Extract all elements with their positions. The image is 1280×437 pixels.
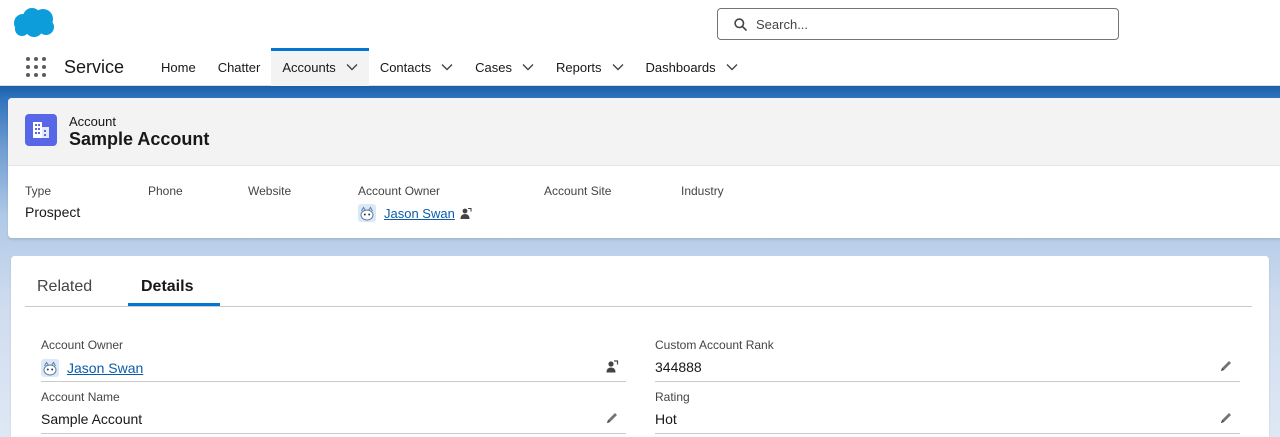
salesforce-cloud-logo[interactable]: [12, 6, 56, 38]
field-value: 344888: [655, 359, 702, 375]
chevron-down-icon[interactable]: [522, 63, 534, 71]
nav-item-cases[interactable]: Cases: [464, 48, 545, 86]
owner-link[interactable]: Jason Swan: [67, 360, 143, 376]
search-icon: [734, 18, 747, 31]
tab-details[interactable]: Details: [141, 278, 193, 296]
field-value: Sample Account: [41, 411, 143, 427]
nav-item-accounts[interactable]: Accounts: [271, 48, 369, 86]
change-owner-icon[interactable]: [604, 358, 620, 374]
user-avatar-icon: [41, 359, 59, 377]
record-tabs: Related Details: [25, 256, 1252, 307]
nav-items: Home Chatter Accounts Contacts Cases Rep…: [150, 48, 749, 86]
object-type-label: Account: [69, 114, 116, 129]
field-value: Jason Swan: [41, 359, 143, 377]
nav-item-label: Cases: [475, 59, 512, 75]
global-search-box[interactable]: [717, 8, 1119, 40]
account-icon: [25, 114, 57, 146]
record-header: Account Sample Account: [8, 98, 1280, 166]
navigation-bar: Service Home Chatter Accounts Contacts C…: [0, 48, 1280, 86]
highlight-account-owner: Account Owner Jason Swan: [358, 184, 472, 222]
record-details-card: Related Details Account Owner Jason Swan…: [11, 256, 1269, 437]
nav-item-label: Accounts: [282, 59, 336, 75]
app-name: Service: [64, 57, 125, 77]
nav-item-label: Contacts: [379, 59, 432, 75]
chevron-down-icon[interactable]: [726, 63, 738, 71]
owner-link[interactable]: Jason Swan: [384, 206, 455, 221]
field-label: Phone: [148, 184, 183, 198]
nav-item-label: Chatter: [217, 59, 261, 75]
edit-pencil-icon[interactable]: [604, 410, 620, 426]
field-label: Custom Account Rank: [655, 338, 774, 352]
active-tab-indicator: [128, 303, 220, 306]
field-rating: Rating Hot: [655, 390, 1240, 434]
nav-item-chatter[interactable]: Chatter: [207, 48, 272, 86]
field-label: Type: [25, 184, 52, 198]
highlight-industry: Industry: [681, 184, 724, 198]
field-account-owner: Account Owner Jason Swan: [41, 338, 626, 382]
edit-pencil-icon[interactable]: [1218, 358, 1234, 374]
field-value: Hot: [655, 411, 677, 427]
edit-pencil-icon[interactable]: [1218, 410, 1234, 426]
highlight-type: Type Prospect: [25, 184, 80, 220]
nav-item-dashboards[interactable]: Dashboards: [635, 48, 749, 86]
record-highlights-panel: Account Sample Account Type Prospect Pho…: [8, 98, 1280, 238]
field-account-name: Account Name Sample Account: [41, 390, 626, 434]
record-title: Sample Account: [69, 129, 210, 149]
field-label: Industry: [681, 184, 724, 198]
highlight-phone: Phone: [148, 184, 183, 198]
nav-item-label: Reports: [555, 59, 602, 75]
nav-item-label: Home: [161, 59, 196, 75]
user-avatar-icon: [358, 204, 376, 222]
global-header: [0, 0, 1280, 48]
field-value: Prospect: [25, 204, 81, 220]
search-input[interactable]: [756, 10, 1106, 38]
nav-item-reports[interactable]: Reports: [545, 48, 635, 86]
field-label: Account Name: [41, 390, 120, 404]
nav-item-contacts[interactable]: Contacts: [369, 48, 464, 86]
app-launcher-icon[interactable]: [24, 55, 48, 79]
chevron-down-icon[interactable]: [346, 63, 358, 71]
highlight-account-site: Account Site: [544, 184, 611, 198]
field-label: Website: [248, 184, 292, 198]
field-label: Account Owner: [41, 338, 124, 352]
change-owner-icon[interactable]: [459, 207, 472, 220]
chevron-down-icon[interactable]: [441, 63, 453, 71]
field-custom-account-rank: Custom Account Rank 344888: [655, 338, 1240, 382]
tab-related[interactable]: Related: [37, 278, 92, 296]
field-label: Account Site: [544, 184, 612, 198]
nav-item-label: Dashboards: [645, 59, 716, 75]
chevron-down-icon[interactable]: [612, 63, 624, 71]
field-label: Account Owner: [358, 184, 441, 198]
field-label: Rating: [655, 390, 690, 404]
highlight-website: Website: [248, 184, 291, 198]
nav-item-home[interactable]: Home: [150, 48, 207, 86]
